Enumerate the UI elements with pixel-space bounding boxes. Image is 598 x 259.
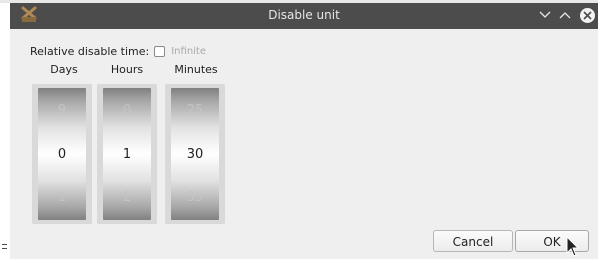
days-value[interactable]: 0 — [32, 147, 92, 162]
minimize-button[interactable] — [536, 6, 554, 24]
minutes-prev-value[interactable]: 25 — [165, 103, 225, 118]
close-button-circle — [579, 7, 595, 23]
days-spinner[interactable]: 9 0 1 — [32, 84, 92, 224]
infinite-checkbox[interactable] — [154, 45, 166, 57]
hours-value[interactable]: 1 — [97, 147, 157, 162]
chevron-down-icon — [539, 11, 551, 18]
background-window-edge — [0, 3, 10, 259]
cancel-button[interactable]: Cancel — [433, 230, 513, 252]
window-title: Disable unit — [268, 8, 340, 22]
days-next-value[interactable]: 1 — [32, 190, 92, 205]
relative-time-row: Relative disable time: Infinite — [30, 43, 206, 59]
days-prev-value[interactable]: 9 — [32, 103, 92, 118]
minutes-label: Minutes — [174, 63, 218, 76]
hours-next-value[interactable]: 2 — [97, 190, 157, 205]
hours-spinner[interactable]: 0 1 2 — [97, 84, 157, 224]
close-button[interactable] — [578, 6, 596, 24]
days-label: Days — [50, 63, 78, 76]
hours-prev-value[interactable]: 0 — [97, 103, 157, 118]
minutes-next-value[interactable]: 35 — [165, 190, 225, 205]
relative-time-label: Relative disable time: — [30, 44, 150, 58]
hours-label: Hours — [110, 63, 144, 76]
minutes-spinner[interactable]: 25 30 35 — [165, 84, 225, 224]
maximize-button[interactable] — [556, 6, 574, 24]
edge-mark — [2, 248, 7, 249]
disable-unit-dialog: Disable unit Relative disable time: Infi… — [10, 3, 598, 259]
close-icon — [582, 10, 592, 20]
chevron-up-icon — [559, 12, 571, 19]
titlebar[interactable]: Disable unit — [10, 3, 598, 29]
mouse-pointer-icon — [566, 236, 580, 257]
infinite-label[interactable]: Infinite — [171, 46, 206, 57]
minutes-value[interactable]: 30 — [165, 147, 225, 162]
edge-mark — [2, 244, 7, 245]
